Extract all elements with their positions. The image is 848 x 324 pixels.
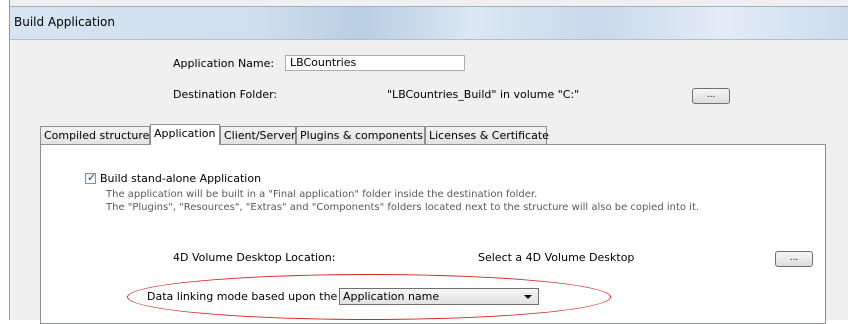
window-title: Build Application [14, 15, 115, 29]
destination-browse-button[interactable]: ... [692, 88, 730, 104]
tab-plugins-components[interactable]: Plugins & components [296, 126, 425, 144]
tab-application[interactable]: Application [150, 124, 220, 145]
build-standalone-description-line-1: The application will be built in a "Fina… [106, 189, 538, 200]
application-name-input[interactable]: LBCountries [285, 55, 465, 71]
build-standalone-checkbox[interactable]: ✓ [85, 171, 97, 184]
build-standalone-description-line-2: The "Plugins", "Resources", "Extras" and… [106, 202, 700, 213]
tab-compiled-structure[interactable]: Compiled structure [40, 126, 150, 144]
destination-folder-value: "LBCountries_Build" in volume "C:" [387, 88, 580, 101]
title-bar: Build Application [10, 6, 848, 40]
highlight-ellipse [127, 274, 611, 320]
volume-desktop-browse-button[interactable]: ... [775, 251, 813, 267]
volume-desktop-value: Select a 4D Volume Desktop [478, 251, 635, 264]
tab-client-server[interactable]: Client/Server [220, 126, 296, 144]
application-name-label: Application Name: [173, 57, 275, 70]
checkmark-icon: ✓ [87, 171, 97, 184]
volume-desktop-label: 4D Volume Desktop Location: [173, 251, 336, 264]
build-standalone-label: Build stand-alone Application [100, 172, 262, 185]
build-application-window: Build Application Application Name: LBCo… [9, 0, 848, 324]
tab-licenses-certificate[interactable]: Licenses & Certificate [425, 126, 549, 144]
destination-folder-label: Destination Folder: [173, 88, 278, 101]
